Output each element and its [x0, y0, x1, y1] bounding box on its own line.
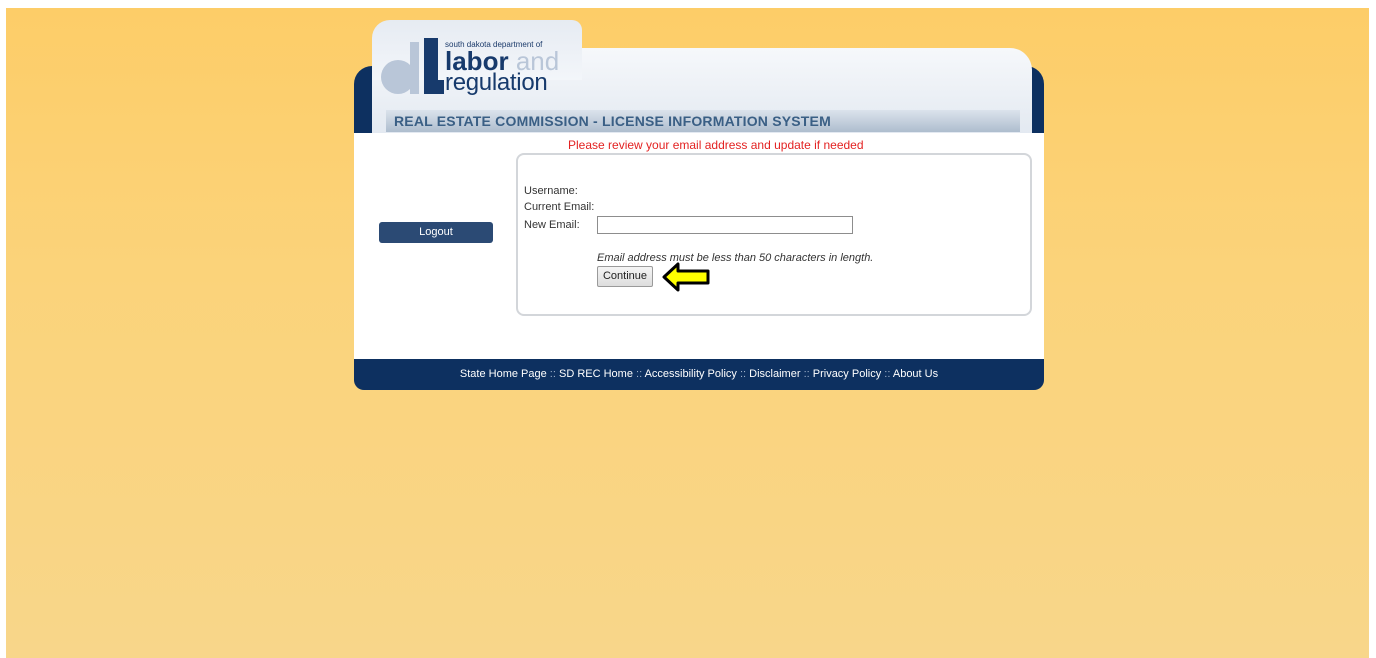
update-email-notice: Please review your email address and upd…: [568, 138, 864, 152]
main-frame: south dakota department of labor and reg…: [354, 20, 1044, 390]
footer-separator: ::: [636, 368, 643, 380]
current-email-label: Current Email:: [524, 201, 595, 213]
content-area: Please review your email address and upd…: [354, 133, 1044, 359]
continue-button[interactable]: Continue: [597, 266, 653, 287]
footer-link-state-home[interactable]: State Home Page: [460, 368, 547, 380]
new-email-label: New Email:: [524, 219, 580, 231]
footer-separator: ::: [803, 368, 810, 380]
logo-word-regulation: regulation: [445, 69, 548, 96]
new-email-field[interactable]: [597, 216, 853, 234]
footer-separator: ::: [884, 368, 891, 380]
system-title: REAL ESTATE COMMISSION - LICENSE INFORMA…: [394, 113, 831, 129]
footer-link-privacy[interactable]: Privacy Policy: [813, 368, 881, 380]
yellow-arrow-icon: [662, 262, 710, 292]
footer-link-accessibility[interactable]: Accessibility Policy: [645, 368, 737, 380]
footer-link-sd-rec-home[interactable]: SD REC Home: [559, 368, 633, 380]
username-label: Username:: [524, 185, 578, 197]
system-title-bar: REAL ESTATE COMMISSION - LICENSE INFORMA…: [386, 110, 1020, 132]
footer-link-about-us[interactable]: About Us: [893, 368, 938, 380]
email-form-box: Username: Current Email: New Email: Emai…: [516, 153, 1032, 316]
email-length-hint: Email address must be less than 50 chara…: [597, 252, 874, 264]
logout-button[interactable]: Logout: [379, 222, 493, 243]
footer-link-disclaimer[interactable]: Disclaimer: [749, 368, 800, 380]
footer-separator: ::: [549, 368, 556, 380]
footer-separator: ::: [739, 368, 747, 380]
footer: State Home Page :: SD REC Home :: Access…: [354, 359, 1044, 390]
footer-links: State Home Page :: SD REC Home :: Access…: [460, 368, 938, 380]
